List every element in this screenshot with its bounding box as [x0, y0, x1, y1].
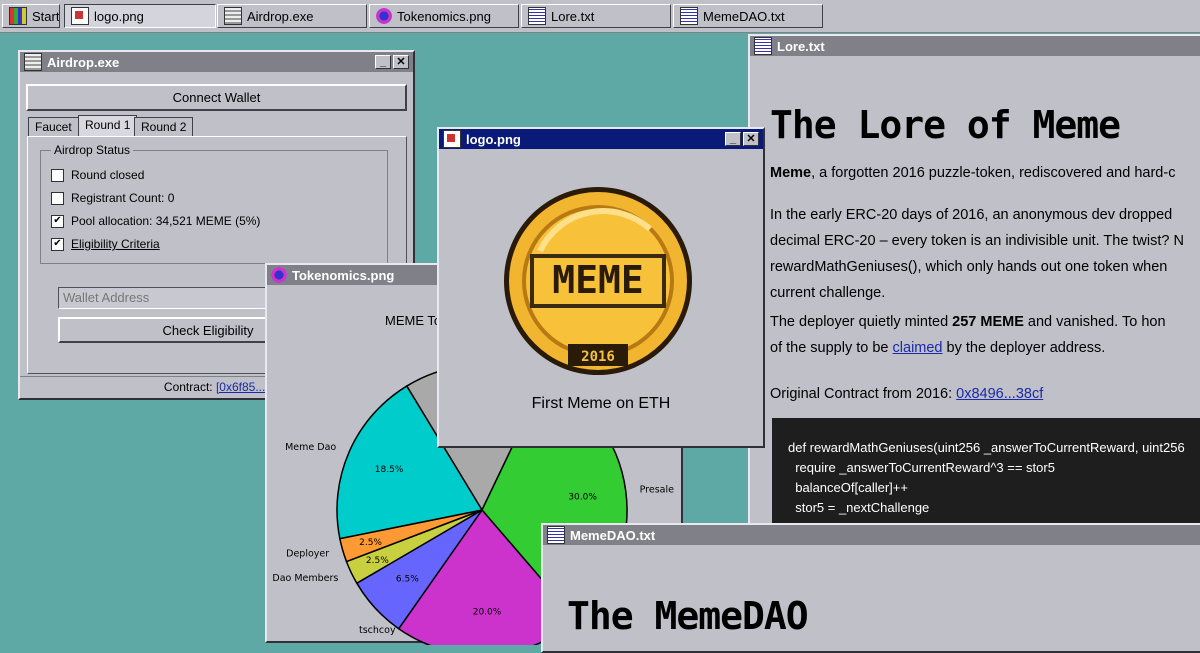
pie-category-label-6: Meme Dao: [285, 442, 336, 453]
original-contract-line: Original Contract from 2016: 0x8496...38…: [770, 386, 1044, 402]
claimed-link[interactable]: claimed: [893, 340, 943, 356]
taskbar-item-logo[interactable]: logo.png: [64, 4, 216, 28]
pie-percent-label-6: 18.5%: [375, 465, 404, 475]
tab-round-2[interactable]: Round 2: [134, 117, 194, 137]
close-button[interactable]: ✕: [743, 132, 759, 146]
taskbar-item-memedao[interactable]: MemeDAO.txt: [673, 4, 823, 28]
text-file-icon: [528, 7, 546, 25]
logo-caption: First Meme on ETH: [531, 395, 671, 412]
minimize-button[interactable]: _: [375, 55, 391, 69]
pie-percent-label-3: 6.5%: [396, 575, 419, 585]
lore-paragraph-3b: of the supply to be claimed by the deplo…: [770, 340, 1106, 356]
minimize-button[interactable]: _: [725, 132, 741, 146]
text-file-icon: [680, 7, 698, 25]
taskbar-item-lore[interactable]: Lore.txt: [521, 4, 671, 28]
pie-percent-label-5: 2.5%: [359, 538, 382, 548]
connect-wallet-button[interactable]: Connect Wallet: [26, 84, 407, 111]
pie-category-label-5: Deployer: [286, 549, 329, 560]
memedao-titlebar[interactable]: MemeDAO.txt: [543, 525, 1200, 545]
status-eligibility-criteria[interactable]: ✔ Eligibility Criteria: [51, 237, 160, 251]
pie-percent-label-4: 2.5%: [366, 556, 389, 566]
pie-extra-label: tschcoy: [359, 625, 396, 636]
coin-year: 2016: [581, 349, 615, 365]
exe-icon: [224, 7, 242, 25]
pie-percent-label-1: 30.0%: [568, 493, 597, 503]
image-icon: [443, 130, 461, 148]
status-pool-allocation: ✔ Pool allocation: 34,521 MEME (5%): [51, 214, 260, 228]
close-button[interactable]: ✕: [393, 55, 409, 69]
pie-category-label-1: Presale: [640, 484, 675, 495]
lore-heading: The Lore of Meme: [770, 103, 1121, 147]
image-icon: [71, 7, 89, 25]
start-icon: [9, 7, 27, 25]
memedao-heading: The MemeDAO: [567, 594, 809, 638]
lore-paragraph-2: In the early ERC-20 days of 2016, an ano…: [770, 207, 1184, 301]
tab-faucet[interactable]: Faucet: [28, 117, 79, 137]
pie-percent-label-2: 20.0%: [473, 607, 502, 617]
taskbar: Start logo.png Airdrop.exe Tokenomics.pn…: [0, 0, 1200, 33]
lore-content: The Lore of Meme Meme, a forgotten 2016 …: [770, 100, 1200, 407]
status-round-closed: Round closed: [51, 168, 144, 182]
meme-coin-logo: MEME 2016: [504, 187, 692, 375]
tab-round-1[interactable]: Round 1: [78, 115, 138, 137]
checkbox-unchecked-icon: [51, 191, 64, 205]
checkmark-icon: ✔: [51, 237, 64, 251]
lore-paragraph-3: The deployer quietly minted 257 MEME and…: [770, 314, 1166, 330]
text-file-icon: [547, 526, 565, 544]
logo-titlebar[interactable]: logo.png _ ✕: [439, 129, 763, 149]
text-file-icon: [754, 37, 772, 55]
pie-category-label-4: Dao Members: [272, 573, 338, 584]
exe-icon: [24, 53, 42, 71]
original-contract-link[interactable]: 0x8496...38cf: [956, 386, 1043, 402]
airdrop-status-group: Airdrop Status Round closed Registrant C…: [40, 143, 388, 264]
lore-paragraph-1: Meme, a forgotten 2016 puzzle-token, red…: [770, 165, 1176, 181]
start-button[interactable]: Start: [2, 4, 60, 28]
checkmark-icon: ✔: [51, 214, 64, 228]
lore-titlebar[interactable]: Lore.txt: [750, 36, 1200, 56]
code-block: def rewardMathGeniuses(uint256 _answerTo…: [772, 418, 1200, 528]
tokenomics-icon: [376, 8, 392, 24]
logo-window: logo.png _ ✕ MEME 2016 First Meme on ETH: [437, 127, 765, 448]
taskbar-item-tokenomics[interactable]: Tokenomics.png: [369, 4, 519, 28]
checkbox-unchecked-icon: [51, 168, 64, 182]
coin-text: MEME: [552, 258, 644, 302]
memedao-window: MemeDAO.txt The MemeDAO: [541, 523, 1200, 653]
tokenomics-icon: [271, 267, 287, 283]
status-registrant-count: Registrant Count: 0: [51, 191, 174, 205]
taskbar-item-airdrop[interactable]: Airdrop.exe: [217, 4, 367, 28]
group-label: Airdrop Status: [51, 143, 134, 157]
airdrop-titlebar[interactable]: Airdrop.exe _ ✕: [20, 52, 413, 72]
